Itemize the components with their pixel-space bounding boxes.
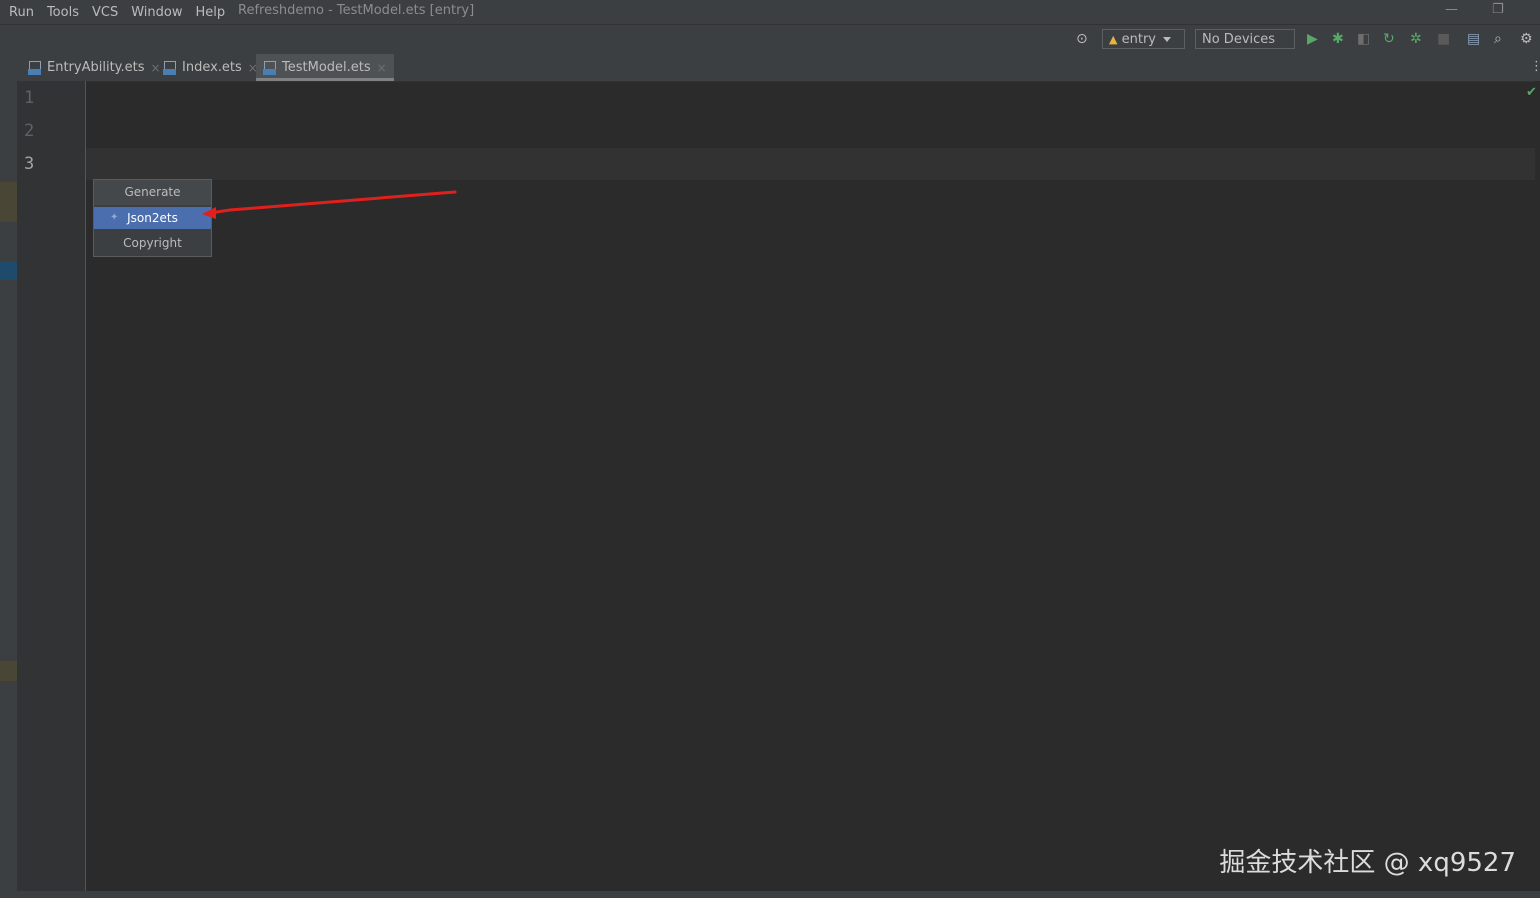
watermark-text: 掘金技术社区 @ xq9527 [1219,848,1516,878]
annotation-arrow [202,190,457,219]
